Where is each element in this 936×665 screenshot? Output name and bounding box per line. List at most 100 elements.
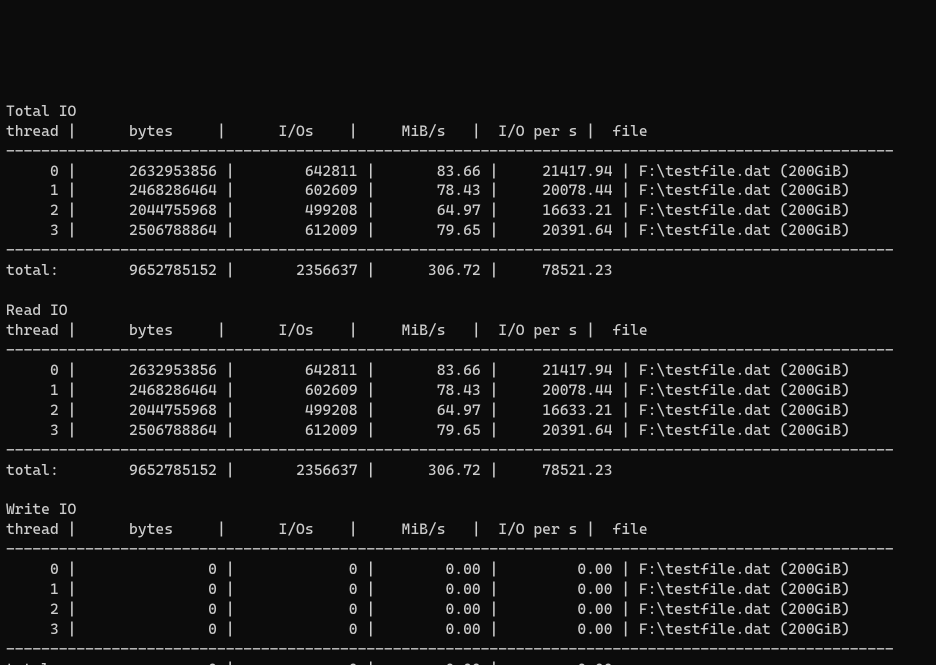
cell-file: F:\testfile.dat (200GiB) bbox=[639, 361, 850, 379]
cell-thread: 0 bbox=[6, 162, 59, 180]
cell-mibs: 78.43 bbox=[384, 381, 481, 399]
cell-thread: 3 bbox=[6, 421, 59, 439]
section-title: Total IO bbox=[6, 102, 76, 120]
cell-file: F:\testfile.dat (200GiB) bbox=[639, 381, 850, 399]
divider: ----------------------------------------… bbox=[6, 540, 894, 558]
col-header-mibs: MiB/s bbox=[366, 321, 445, 339]
cell-ios: 0 bbox=[243, 620, 357, 638]
cell-ios: 499208 bbox=[243, 201, 357, 219]
cell-iops: 20078.44 bbox=[507, 381, 612, 399]
total-iops: 78521.23 bbox=[507, 461, 612, 479]
cell-bytes: 2044755968 bbox=[85, 201, 217, 219]
cell-mibs: 0.00 bbox=[384, 580, 481, 598]
cell-thread: 1 bbox=[6, 381, 59, 399]
col-header-ios: I/Os bbox=[235, 520, 314, 538]
cell-bytes: 0 bbox=[85, 560, 217, 578]
cell-ios: 612009 bbox=[243, 221, 357, 239]
total-ios: 2356637 bbox=[243, 461, 357, 479]
cell-ios: 602609 bbox=[243, 181, 357, 199]
cell-thread: 1 bbox=[6, 580, 59, 598]
cell-bytes: 2468286464 bbox=[85, 181, 217, 199]
cell-iops: 0.00 bbox=[507, 600, 612, 618]
col-header-mibs: MiB/s bbox=[366, 122, 445, 140]
divider: ----------------------------------------… bbox=[6, 640, 894, 658]
total-label: total: bbox=[6, 660, 76, 665]
terminal-output: Total IO thread | bytes | I/Os | MiB/s |… bbox=[0, 100, 936, 665]
col-header-ios: I/Os bbox=[235, 321, 314, 339]
cell-bytes: 0 bbox=[85, 600, 217, 618]
section-title: Write IO bbox=[6, 500, 76, 518]
cell-bytes: 0 bbox=[85, 580, 217, 598]
cell-ios: 499208 bbox=[243, 401, 357, 419]
divider: ----------------------------------------… bbox=[6, 142, 894, 160]
cell-iops: 21417.94 bbox=[507, 361, 612, 379]
col-header-iops: I/O per s bbox=[489, 520, 577, 538]
divider: ----------------------------------------… bbox=[6, 441, 894, 459]
cell-ios: 0 bbox=[243, 580, 357, 598]
divider: ----------------------------------------… bbox=[6, 241, 894, 259]
cell-ios: 612009 bbox=[243, 421, 357, 439]
cell-file: F:\testfile.dat (200GiB) bbox=[639, 600, 850, 618]
cell-file: F:\testfile.dat (200GiB) bbox=[639, 181, 850, 199]
cell-iops: 20078.44 bbox=[507, 181, 612, 199]
col-header-bytes: bytes bbox=[85, 520, 173, 538]
col-header-bytes: bytes bbox=[85, 122, 173, 140]
col-header-file: file bbox=[612, 122, 647, 140]
cell-mibs: 78.43 bbox=[384, 181, 481, 199]
cell-mibs: 64.97 bbox=[384, 401, 481, 419]
cell-file: F:\testfile.dat (200GiB) bbox=[639, 221, 850, 239]
total-iops: 78521.23 bbox=[507, 261, 612, 279]
cell-file: F:\testfile.dat (200GiB) bbox=[639, 560, 850, 578]
cell-mibs: 0.00 bbox=[384, 600, 481, 618]
col-header-file: file bbox=[612, 321, 647, 339]
cell-bytes: 2632953856 bbox=[85, 162, 217, 180]
total-mibs: 0.00 bbox=[384, 660, 481, 665]
cell-mibs: 64.97 bbox=[384, 201, 481, 219]
cell-iops: 16633.21 bbox=[507, 201, 612, 219]
cell-bytes: 0 bbox=[85, 620, 217, 638]
cell-file: F:\testfile.dat (200GiB) bbox=[639, 201, 850, 219]
cell-iops: 0.00 bbox=[507, 580, 612, 598]
cell-thread: 1 bbox=[6, 181, 59, 199]
total-label: total: bbox=[6, 461, 76, 479]
col-header-file: file bbox=[612, 520, 647, 538]
cell-file: F:\testfile.dat (200GiB) bbox=[639, 421, 850, 439]
cell-mibs: 79.65 bbox=[384, 221, 481, 239]
total-ios: 0 bbox=[243, 660, 357, 665]
total-bytes: 9652785152 bbox=[85, 261, 217, 279]
cell-file: F:\testfile.dat (200GiB) bbox=[639, 162, 850, 180]
cell-ios: 642811 bbox=[243, 361, 357, 379]
cell-thread: 2 bbox=[6, 401, 59, 419]
cell-mibs: 79.65 bbox=[384, 421, 481, 439]
col-header-mibs: MiB/s bbox=[366, 520, 445, 538]
cell-iops: 0.00 bbox=[507, 560, 612, 578]
cell-mibs: 83.66 bbox=[384, 361, 481, 379]
cell-ios: 0 bbox=[243, 600, 357, 618]
col-header-thread: thread bbox=[6, 321, 59, 339]
divider: ----------------------------------------… bbox=[6, 341, 894, 359]
cell-thread: 0 bbox=[6, 560, 59, 578]
cell-thread: 3 bbox=[6, 620, 59, 638]
section-title: Read IO bbox=[6, 301, 68, 319]
total-iops: 0.00 bbox=[507, 660, 612, 665]
cell-mibs: 0.00 bbox=[384, 560, 481, 578]
cell-bytes: 2632953856 bbox=[85, 361, 217, 379]
total-mibs: 306.72 bbox=[384, 261, 481, 279]
cell-mibs: 0.00 bbox=[384, 620, 481, 638]
cell-thread: 2 bbox=[6, 201, 59, 219]
cell-ios: 602609 bbox=[243, 381, 357, 399]
cell-thread: 0 bbox=[6, 361, 59, 379]
cell-bytes: 2506788864 bbox=[85, 221, 217, 239]
cell-iops: 20391.64 bbox=[507, 221, 612, 239]
cell-file: F:\testfile.dat (200GiB) bbox=[639, 580, 850, 598]
cell-mibs: 83.66 bbox=[384, 162, 481, 180]
cell-ios: 642811 bbox=[243, 162, 357, 180]
cell-ios: 0 bbox=[243, 560, 357, 578]
total-ios: 2356637 bbox=[243, 261, 357, 279]
cell-bytes: 2468286464 bbox=[85, 381, 217, 399]
col-header-iops: I/O per s bbox=[489, 321, 577, 339]
col-header-ios: I/Os bbox=[235, 122, 314, 140]
col-header-thread: thread bbox=[6, 520, 59, 538]
total-mibs: 306.72 bbox=[384, 461, 481, 479]
cell-file: F:\testfile.dat (200GiB) bbox=[639, 620, 850, 638]
